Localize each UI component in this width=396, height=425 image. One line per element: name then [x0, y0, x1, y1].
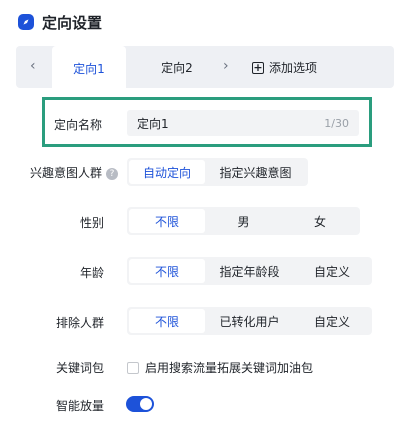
plus-square-icon: +: [252, 60, 264, 74]
name-field-label: 定向名称: [54, 118, 103, 132]
page-title: 定向设置: [42, 13, 103, 32]
compass-icon: [18, 14, 34, 30]
smart-toggle[interactable]: [126, 396, 154, 412]
gender-option-female[interactable]: 女: [282, 209, 358, 233]
interest-label: 兴趣意图人群: [30, 166, 103, 180]
keywords-label: 关键词包: [56, 361, 105, 375]
age-label: 年龄: [80, 266, 105, 280]
keywords-checkbox[interactable]: [127, 361, 139, 374]
age-segmented: 不限 指定年龄段 自定义: [127, 257, 372, 285]
tab-targeting-1[interactable]: 定向1: [52, 46, 126, 90]
page-header: 定向设置: [18, 11, 102, 33]
targeting-name-input[interactable]: 定向1 1/30: [127, 110, 359, 136]
tab-targeting-2[interactable]: 定向2: [140, 46, 214, 88]
interest-option-auto[interactable]: 自动定向: [129, 160, 205, 184]
name-input-value: 定向1: [137, 116, 169, 131]
char-counter: 1/30: [324, 116, 349, 130]
keywords-checkbox-label: 启用搜索流量拓展关键词加油包: [145, 361, 314, 375]
exclude-segmented: 不限 已转化用户 自定义: [127, 307, 372, 335]
smart-label: 智能放量: [56, 399, 105, 413]
interest-segmented: 自动定向 指定兴趣意图: [127, 158, 308, 186]
add-option-label: 添加选项: [269, 61, 318, 75]
chevron-right-icon[interactable]: ›: [223, 58, 229, 74]
keywords-checkbox-row[interactable]: 启用搜索流量拓展关键词加油包: [127, 359, 313, 376]
interest-option-specify[interactable]: 指定兴趣意图: [205, 160, 306, 184]
interest-label-row: 兴趣意图人群?: [30, 164, 119, 181]
toggle-knob: [140, 398, 152, 410]
exclude-option-any[interactable]: 不限: [129, 309, 205, 333]
age-option-custom[interactable]: 自定义: [294, 259, 370, 283]
exclude-option-converted[interactable]: 已转化用户: [205, 309, 294, 333]
add-option-button[interactable]: + 添加选项: [252, 59, 317, 76]
age-option-range[interactable]: 指定年龄段: [205, 259, 294, 283]
chevron-left-icon[interactable]: ‹: [30, 58, 36, 74]
exclude-option-custom[interactable]: 自定义: [294, 309, 370, 333]
help-icon[interactable]: ?: [106, 167, 119, 180]
targeting-tabbar: ‹ 定向1 定向2 › + 添加选项: [16, 46, 394, 90]
exclude-label: 排除人群: [56, 316, 105, 330]
gender-option-male[interactable]: 男: [205, 209, 282, 233]
gender-option-any[interactable]: 不限: [129, 209, 205, 233]
age-option-any[interactable]: 不限: [129, 259, 205, 283]
gender-label: 性别: [80, 216, 105, 230]
gender-segmented: 不限 男 女: [127, 207, 360, 235]
